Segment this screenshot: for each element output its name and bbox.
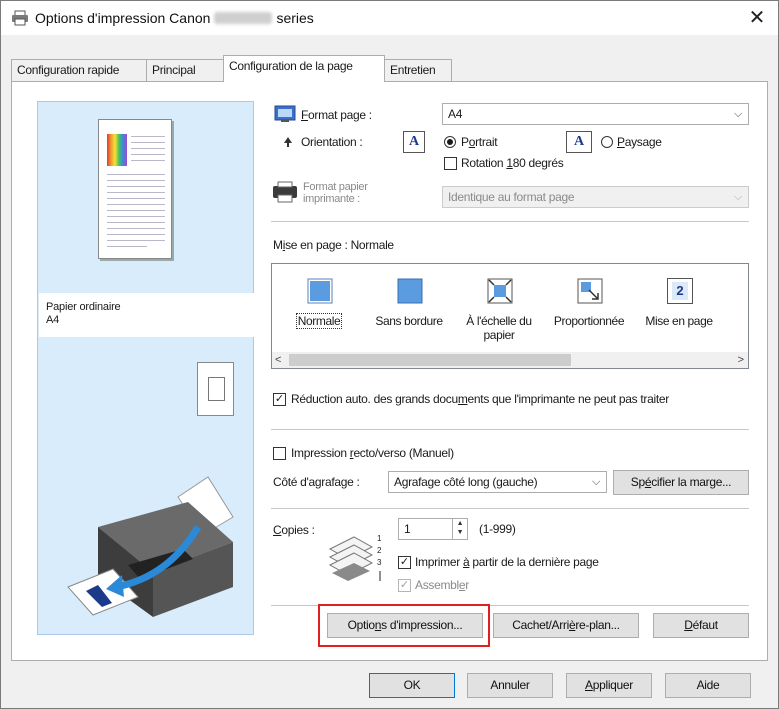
layout-horizontal-scrollbar[interactable]: < > [272,352,748,368]
paper-size-label: A4 [46,314,60,326]
scaled-layout-icon [577,278,603,304]
printer-paper-select[interactable]: Identique au format page ⌵ [442,186,749,208]
window-title-prefix: Options d'impression Canon [35,10,211,26]
layout-item-label: Normale [295,313,343,329]
copies-input[interactable]: 1 ▲ ▼ [398,518,468,540]
help-button[interactable]: Aide [665,673,751,698]
duplex-label[interactable]: Impression recto/verso (Manuel) [291,446,454,460]
collate-label[interactable]: Assembler [415,578,469,592]
tab-maintenance[interactable]: Entretien [384,59,452,81]
copies-spinner[interactable]: ▲ ▼ [452,519,467,539]
rotate-180-checkbox[interactable] [444,157,457,170]
paper-info-box: Papier ordinaire A4 [39,293,254,337]
layout-item-label: Sans bordure [375,314,443,328]
scroll-left-icon[interactable]: < [275,352,281,368]
page-layout-icon: 2 [667,278,693,304]
portrait-radio-label[interactable]: Portrait [461,135,498,149]
redacted-model-name [214,12,273,24]
print-options-window: Options d'impression Canon series ✕ Confi… [0,0,779,709]
layout-item-label: Proportionnée [553,314,625,328]
window-title: Options d'impression Canon series [35,10,314,26]
copies-value: 1 [404,522,411,536]
print-from-last-page-checkbox[interactable]: ✓ [398,556,411,569]
spin-down-icon[interactable]: ▼ [453,528,467,537]
tab-main[interactable]: Principal [146,59,224,81]
rotate-180-label[interactable]: Rotation 180 degrés [461,156,564,170]
separator [271,429,749,430]
print-preview-pane: Papier ordinaire A4 [37,101,254,635]
layout-item-page-layout[interactable]: 2 Mise en page [634,264,724,350]
fit-to-page-icon [487,278,513,304]
chevron-down-icon: ⌵ [591,476,600,488]
page-layout-badge: 2 [672,282,688,300]
page-format-value: A4 [448,107,463,121]
layout-item-normal[interactable]: Normale [274,264,364,350]
spin-up-icon[interactable]: ▲ [453,519,467,528]
portrait-orientation-icon: A [403,131,425,153]
portrait-radio[interactable] [444,136,456,148]
scroll-right-icon[interactable]: > [738,352,744,368]
stamp-background-button[interactable]: Cachet/Arrière-plan... [493,613,639,638]
layout-item-label: À l'échelle du papier [466,314,532,342]
normal-layout-icon [307,278,333,304]
layout-item-borderless[interactable]: Sans bordure [364,264,454,350]
stapling-side-label: Côté d'agrafage : [273,475,360,489]
landscape-radio[interactable] [601,136,613,148]
page-layout-list[interactable]: Normale Sans bordure À l'échelle du papie… [271,263,749,369]
apply-button[interactable]: Appliquer [566,673,652,698]
printer-paper-icon [273,181,297,203]
page-format-select[interactable]: A4 ⌵ [442,103,749,125]
auto-reduce-label[interactable]: Réduction auto. des grands documents que… [291,392,669,406]
orientation-label: Orientation : [301,135,363,149]
paper-type-label: Papier ordinaire [46,301,121,313]
chevron-down-icon: ⌵ [733,108,742,120]
cancel-button[interactable]: Annuler [467,673,553,698]
chevron-down-icon: ⌵ [733,191,742,203]
stapling-side-select[interactable]: Agrafage côté long (gauche) ⌵ [388,471,607,493]
copies-range-label: (1-999) [479,522,516,536]
printer-icon [12,10,28,26]
page-format-label: Format page : [301,108,372,122]
printer-illustration-icon [67,476,234,617]
svg-text:3: 3 [377,558,382,567]
close-icon[interactable]: ✕ [742,5,772,31]
highlight-box [318,604,490,647]
borderless-layout-icon [397,278,423,304]
stapling-side-value: Agrafage côté long (gauche) [394,475,538,489]
orientation-arrow-icon [284,137,292,147]
separator [271,221,749,222]
landscape-radio-label[interactable]: Paysage [617,135,662,149]
ok-button[interactable]: OK [369,673,455,698]
layout-item-scaled[interactable]: Proportionnée [544,264,634,350]
printer-paper-value: Identique au format page [448,190,575,204]
page-layout-label: Mise en page : Normale [273,238,394,252]
page-format-icon [274,105,296,122]
tab-quick-setup[interactable]: Configuration rapide [11,59,147,81]
copies-label: Copies : [273,523,315,537]
separator [271,508,749,509]
scrollbar-thumb[interactable] [289,354,571,366]
layout-item-fit-to-page[interactable]: À l'échelle du papier [454,264,544,350]
title-bar: Options d'impression Canon series ✕ [1,1,778,35]
copies-stack-icon: 1 2 3 [328,534,382,581]
orientation-preview-icon [197,362,234,416]
printer-paper-label: Format papier imprimante : [303,181,368,205]
print-from-last-page-label[interactable]: Imprimer à partir de la dernière page [415,555,599,569]
duplex-checkbox[interactable] [273,447,286,460]
specify-margin-button[interactable]: Spécifier la marge... [613,470,749,495]
tab-page-setup[interactable]: Configuration de la page [223,55,385,82]
landscape-orientation-icon: A [566,131,592,153]
collate-checkbox[interactable]: ✓ [398,579,411,592]
layout-item-label: Mise en page [645,314,713,328]
default-button[interactable]: Défaut [653,613,749,638]
preview-image-block [107,134,127,166]
window-title-suffix: series [276,10,314,26]
svg-text:2: 2 [377,546,382,555]
auto-reduce-checkbox[interactable]: ✓ [273,393,286,406]
page-preview-thumbnail [98,119,172,259]
svg-text:1: 1 [377,534,382,543]
